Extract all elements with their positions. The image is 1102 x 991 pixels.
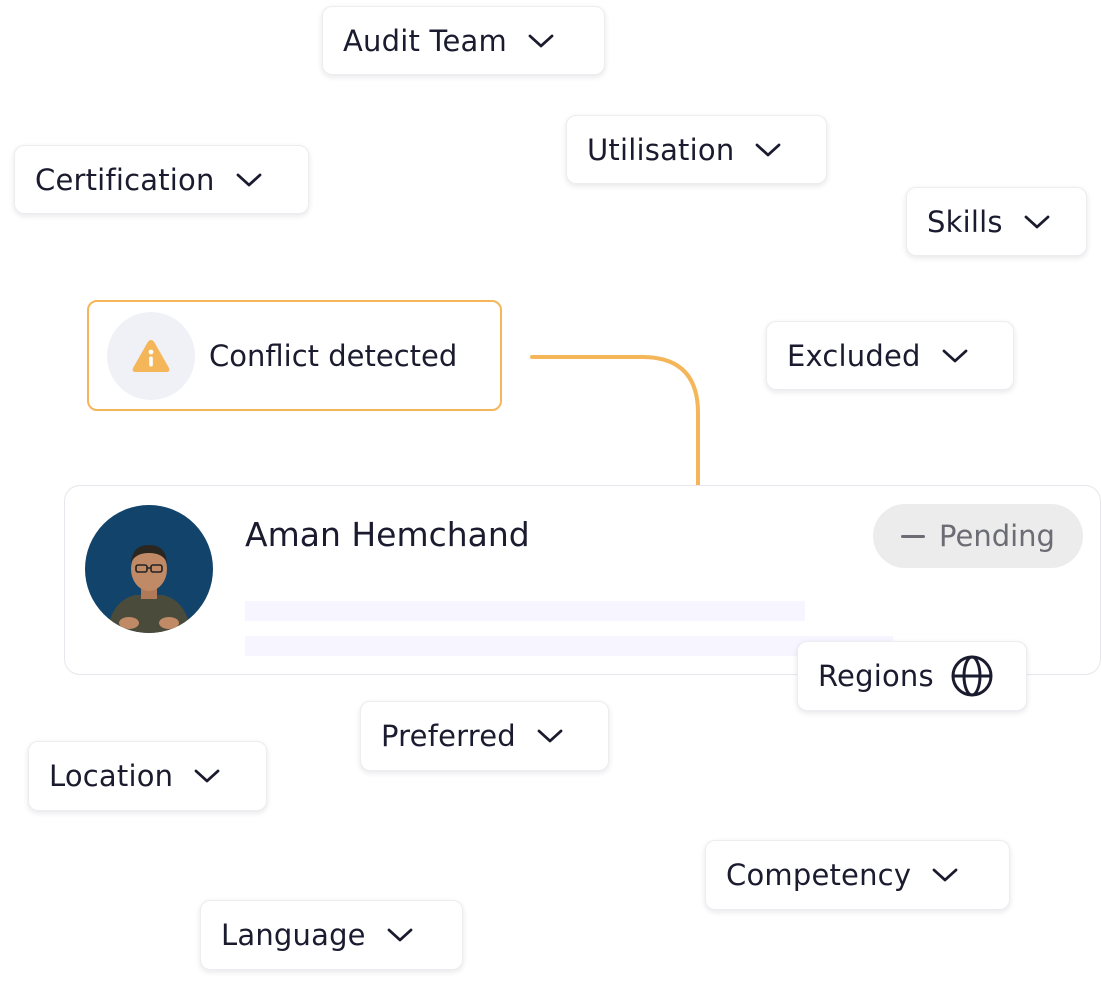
location-dropdown[interactable]: Location	[28, 741, 267, 811]
excluded-dropdown[interactable]: Excluded	[766, 321, 1014, 390]
language-label: Language	[221, 918, 366, 952]
preferred-label: Preferred	[381, 719, 516, 753]
warning-icon	[107, 311, 195, 400]
chevron-down-icon	[235, 172, 263, 188]
utilisation-dropdown[interactable]: Utilisation	[566, 115, 827, 184]
avatar	[85, 505, 213, 633]
language-dropdown[interactable]: Language	[200, 900, 463, 970]
audit-team-dropdown[interactable]: Audit Team	[322, 6, 605, 75]
regions-label: Regions	[818, 659, 934, 693]
profile-name: Aman Hemchand	[245, 515, 530, 554]
chevron-down-icon	[536, 728, 564, 744]
skeleton-line	[245, 601, 805, 621]
chevron-down-icon	[1023, 214, 1051, 230]
chevron-down-icon	[193, 768, 221, 784]
chevron-down-icon	[931, 867, 959, 883]
certification-dropdown[interactable]: Certification	[14, 145, 309, 214]
conflict-detected-alert[interactable]: Conflict detected	[87, 300, 502, 411]
minus-icon	[901, 534, 926, 538]
skills-dropdown[interactable]: Skills	[906, 187, 1087, 256]
chevron-down-icon	[941, 348, 969, 364]
location-label: Location	[49, 759, 174, 793]
conflict-label: Conflict detected	[209, 338, 458, 373]
preferred-dropdown[interactable]: Preferred	[360, 701, 609, 771]
globe-icon	[950, 654, 994, 698]
chevron-down-icon	[754, 142, 782, 158]
status-badge: Pending	[873, 504, 1083, 568]
utilisation-label: Utilisation	[587, 132, 735, 167]
skills-label: Skills	[927, 204, 1003, 239]
competency-dropdown[interactable]: Competency	[705, 840, 1010, 910]
certification-label: Certification	[35, 162, 215, 197]
status-label: Pending	[939, 519, 1055, 553]
competency-label: Competency	[726, 858, 912, 892]
regions-dropdown[interactable]: Regions	[797, 641, 1027, 711]
excluded-label: Excluded	[787, 338, 921, 373]
chevron-down-icon	[527, 33, 555, 49]
chevron-down-icon	[386, 927, 414, 943]
skeleton-line	[245, 636, 893, 656]
audit-team-label: Audit Team	[343, 23, 507, 58]
